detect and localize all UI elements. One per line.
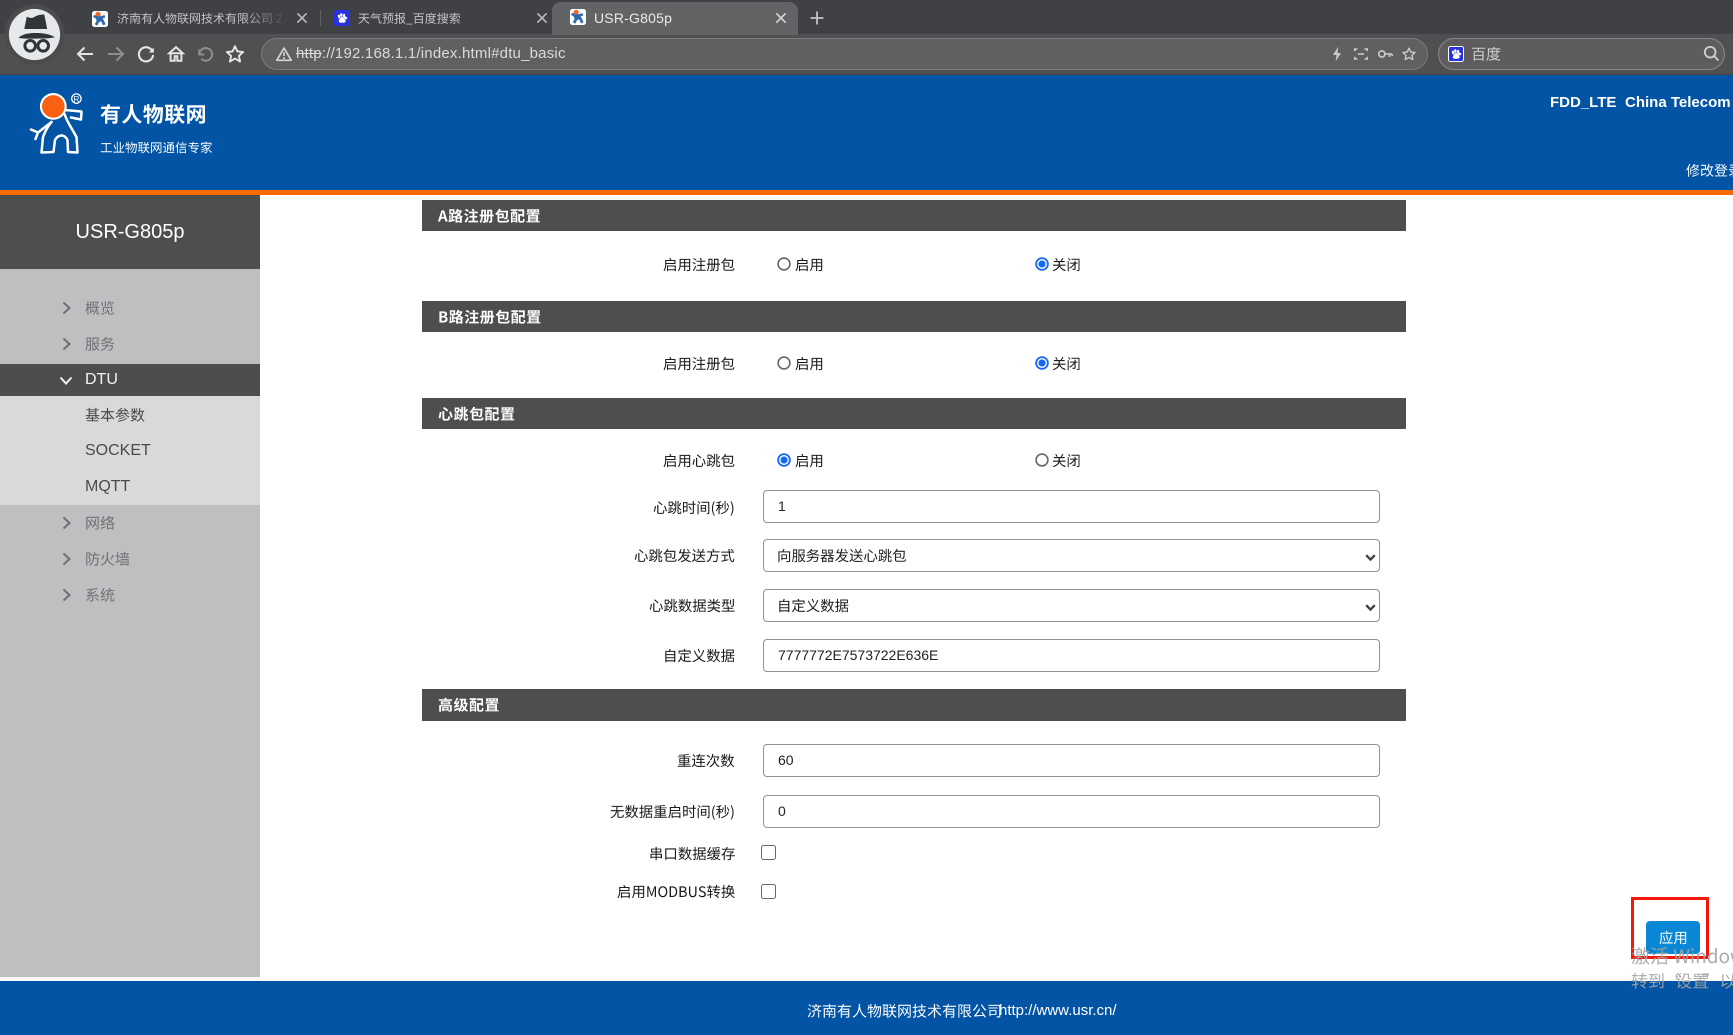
svg-text:R: R [74,95,80,104]
